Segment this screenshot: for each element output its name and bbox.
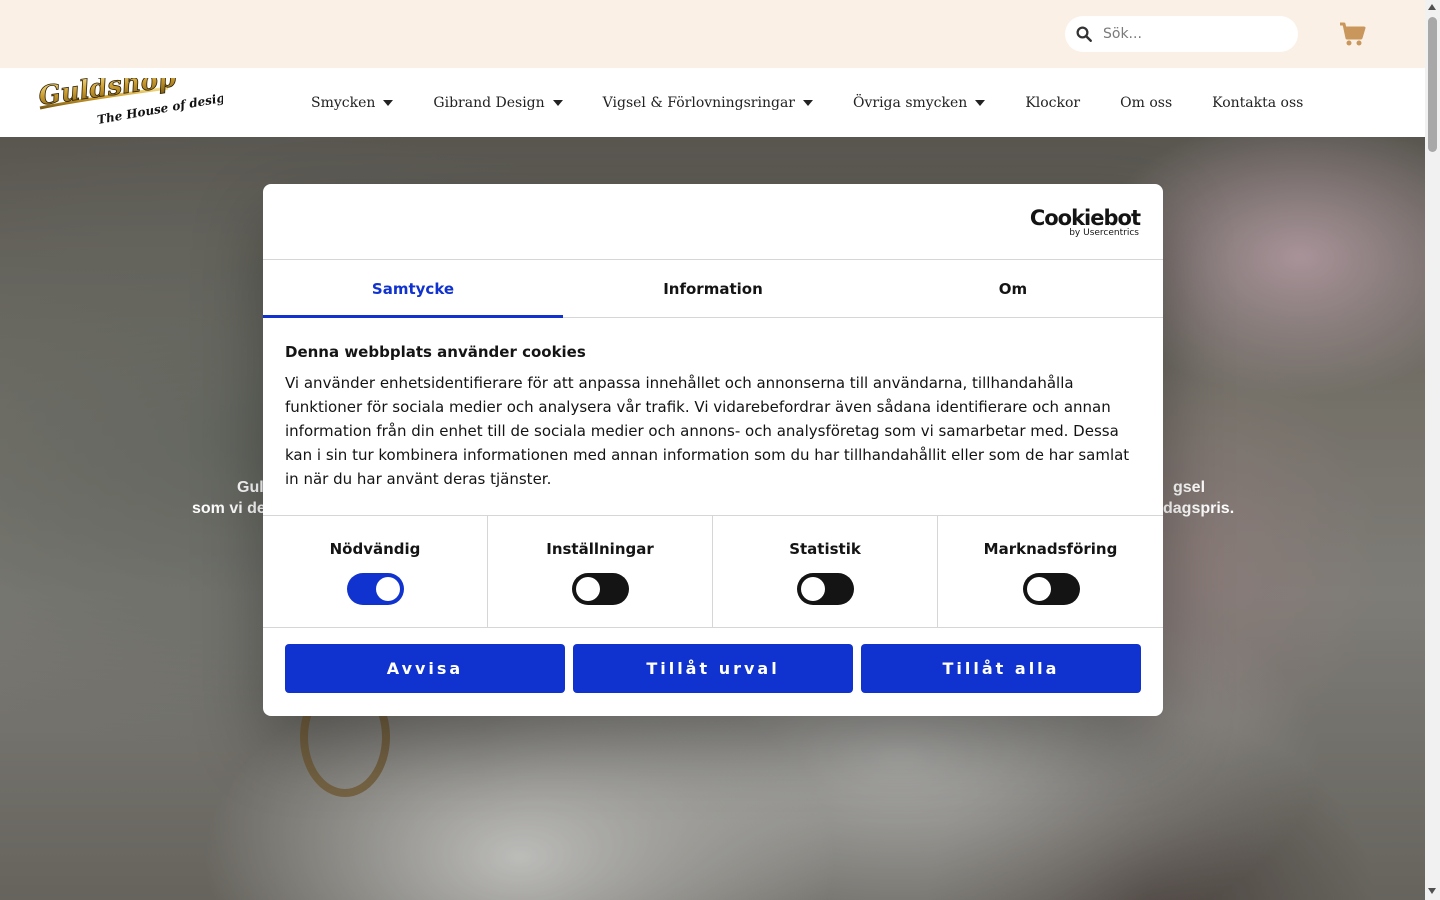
scroll-up-arrow-icon[interactable]	[1428, 4, 1436, 10]
hero-text-right-line2: dagspris.	[1163, 500, 1235, 517]
nav-item-klockor[interactable]: Klockor	[1025, 95, 1080, 111]
page-scrollbar[interactable]	[1425, 0, 1440, 900]
scrollbar-thumb[interactable]	[1428, 17, 1437, 152]
toggle-knob	[1026, 577, 1051, 601]
hero-text-left-line1: Gul	[237, 479, 264, 496]
cookiebot-logo: Cookiebot by Usercentrics	[1030, 206, 1141, 238]
cookie-consent-dialog: Cookiebot by Usercentrics Samtycke Infor…	[263, 184, 1163, 716]
toggle-switch-statistics[interactable]	[797, 573, 854, 605]
main-menu: Smycken Gibrand Design Vigsel & Förlovning…	[311, 68, 1343, 137]
tab-om[interactable]: Om	[863, 260, 1163, 317]
main-navigation: Guldshop The House of design Smycken Gibr…	[0, 68, 1425, 137]
dialog-tabs: Samtycke Information Om	[263, 260, 1163, 318]
search-input[interactable]	[1103, 16, 1288, 52]
hero-text-right-line1: gsel	[1173, 479, 1206, 496]
hero-text-left-line2: som vi de	[192, 500, 266, 517]
nav-item-kontakta-oss[interactable]: Kontakta oss	[1212, 95, 1303, 111]
toggle-cell-necessary: Nödvändig	[263, 516, 488, 628]
cookiebot-brand-sub: by Usercentrics	[1069, 228, 1139, 238]
top-bar	[0, 0, 1425, 68]
dialog-buttons: Avvisa Tillåt urval Tillåt alla	[285, 644, 1141, 693]
search-icon[interactable]	[1075, 25, 1093, 43]
toggle-knob	[376, 577, 400, 601]
dialog-content: Denna webbplats använder cookies Vi anvä…	[285, 341, 1141, 491]
toggle-cell-marketing: Marknadsföring	[938, 516, 1163, 628]
allow-selection-button[interactable]: Tillåt urval	[573, 644, 853, 693]
toggle-knob	[801, 577, 825, 601]
nav-item-gibrand-design[interactable]: Gibrand Design	[433, 94, 563, 111]
nav-item-label: Gibrand Design	[433, 94, 545, 111]
nav-item-om-oss[interactable]: Om oss	[1120, 95, 1172, 111]
toggle-label-necessary: Nödvändig	[329, 540, 421, 558]
chevron-down-icon	[552, 99, 563, 106]
hero-text-left: Gul som vi de	[192, 477, 272, 519]
allow-all-button[interactable]: Tillåt alla	[861, 644, 1141, 693]
dialog-header: Cookiebot by Usercentrics	[263, 184, 1163, 260]
scroll-down-arrow-icon[interactable]	[1428, 888, 1436, 894]
dialog-title: Denna webbplats använder cookies	[285, 343, 586, 361]
toggle-cell-statistics: Statistik	[713, 516, 938, 628]
chevron-down-icon	[975, 99, 986, 106]
tab-samtycke[interactable]: Samtycke	[263, 260, 563, 318]
toggle-label-marketing: Marknadsföring	[983, 540, 1118, 558]
guldshop-logo[interactable]: Guldshop The House of design	[38, 78, 223, 128]
chevron-down-icon	[803, 99, 813, 106]
toggle-label-preferences: Inställningar	[546, 540, 654, 558]
reject-button[interactable]: Avvisa	[285, 644, 565, 693]
toggle-knob	[576, 577, 600, 601]
toggle-switch-marketing[interactable]	[1022, 573, 1080, 605]
dialog-body: Vi använder enhetsidentifierare för att …	[285, 374, 1130, 488]
toggle-label-statistics: Statistik	[789, 540, 861, 558]
nav-item-label: Övriga smycken	[853, 94, 968, 111]
nav-item-övriga-smycken[interactable]: Övriga smycken	[853, 94, 986, 111]
toggle-switch-preferences[interactable]	[572, 573, 629, 605]
nav-item-label: Kontakta oss	[1212, 94, 1304, 111]
nav-item-label: Smycken	[311, 94, 376, 111]
nav-item-label: Om oss	[1120, 94, 1173, 111]
search-box[interactable]	[1065, 16, 1298, 52]
hero-text-right: gsel dagspris.	[1163, 477, 1243, 519]
tab-information[interactable]: Information	[563, 260, 863, 317]
cookiebot-brand: Cookiebot	[1029, 206, 1141, 230]
cart-icon[interactable]	[1338, 20, 1366, 48]
nav-item-label: Klockor	[1025, 94, 1081, 111]
nav-item-vigsel-förlovningsringar[interactable]: Vigsel & Förlovningsringar	[603, 95, 813, 111]
toggle-cell-preferences: Inställningar	[488, 516, 713, 628]
nav-item-label: Vigsel & Förlovningsringar	[602, 94, 795, 111]
toggle-switch-necessary[interactable]	[347, 573, 404, 605]
nav-item-smycken[interactable]: Smycken	[311, 94, 394, 111]
chevron-down-icon	[383, 99, 394, 106]
consent-toggles: Nödvändig Inställningar Statistik Markna…	[263, 515, 1163, 628]
